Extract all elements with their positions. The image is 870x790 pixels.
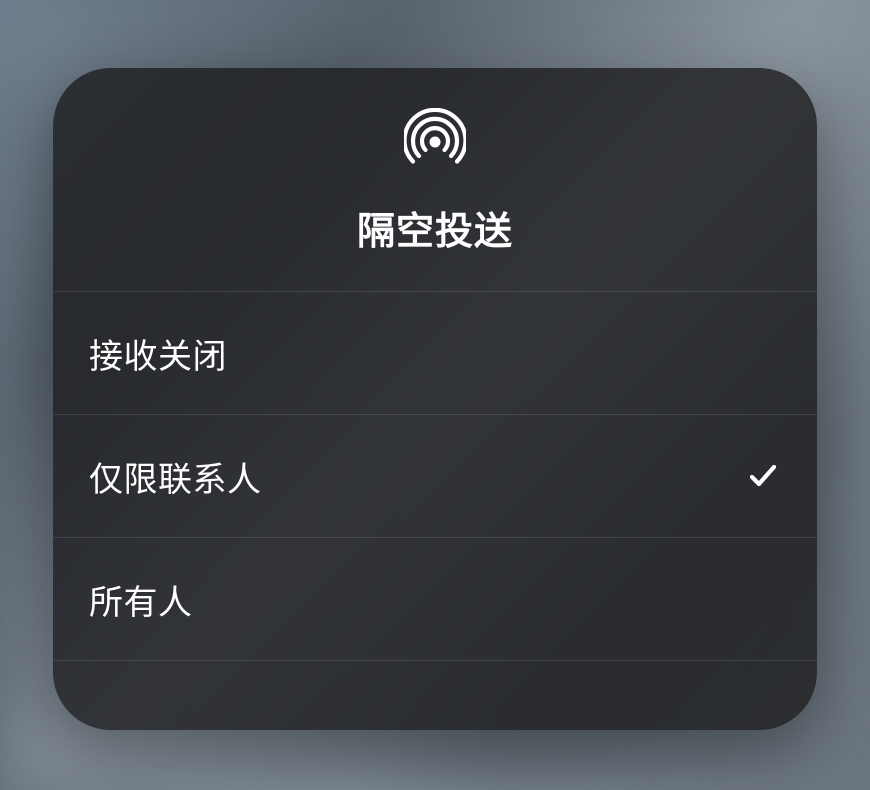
option-receiving-off[interactable]: 接收关闭 (53, 292, 817, 415)
option-label: 仅限联系人 (89, 452, 262, 501)
panel-title: 隔空投送 (357, 200, 513, 255)
panel-header: 隔空投送 (53, 68, 817, 292)
checkmark-icon (745, 458, 781, 494)
option-contacts-only[interactable]: 仅限联系人 (53, 415, 817, 538)
option-everyone[interactable]: 所有人 (53, 538, 817, 661)
option-list: 接收关闭 仅限联系人 所有人 (53, 292, 817, 661)
airdrop-panel: 隔空投送 接收关闭 仅限联系人 所有人 (53, 68, 817, 730)
airdrop-icon (402, 106, 468, 172)
option-label: 所有人 (89, 575, 193, 624)
option-label: 接收关闭 (89, 329, 227, 378)
